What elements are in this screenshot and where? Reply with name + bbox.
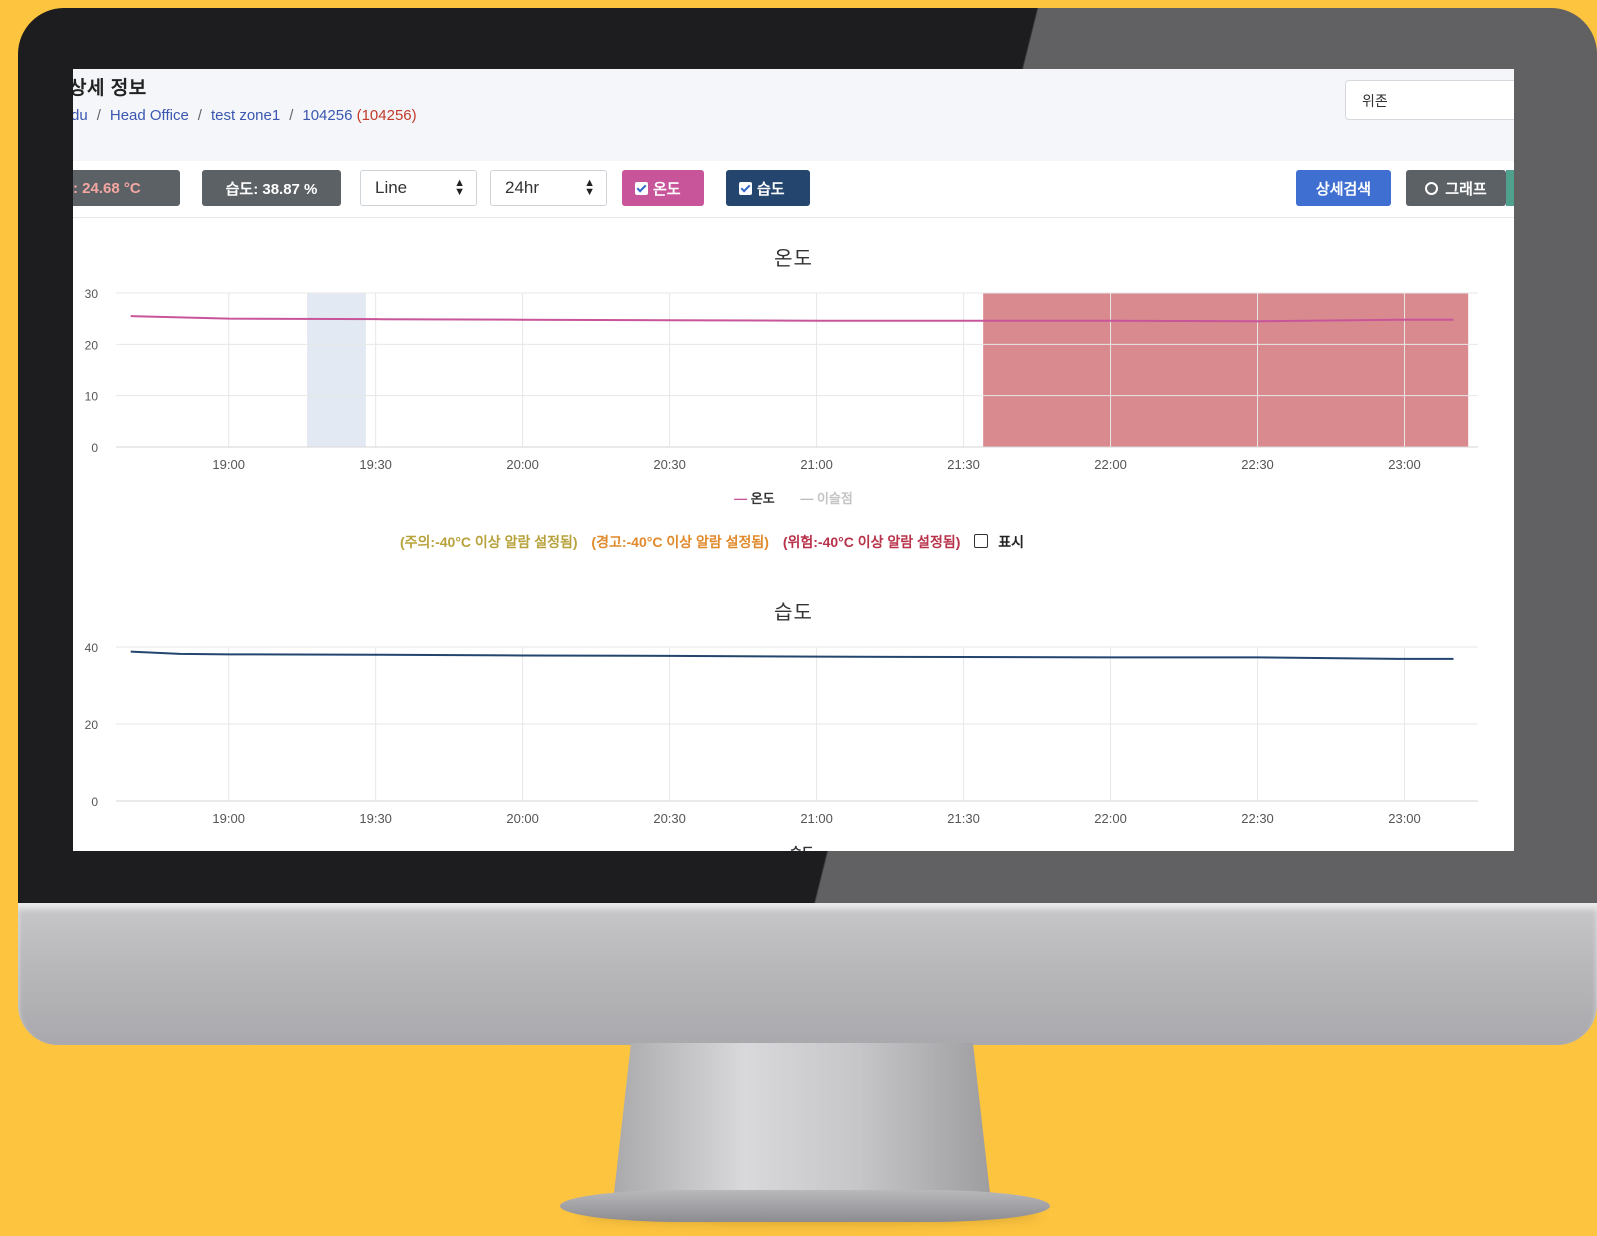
humidity-reading-badge: 습도: 38.87 % — [202, 170, 341, 206]
app-screen: 상세 정보 du / Head Office / test zone1/104256 (… — [73, 69, 1514, 851]
humidity-y-tick-label: 0 — [91, 795, 98, 809]
humidity-chart: 0 20 40 19:00 19:30 20:00 20:30 21:00 21:30 22:00… — [85, 641, 1478, 826]
toolbar: : 24.68 °C 습도: 38.87 % Line ▲ ▼ 24hr ▲ ▼ 온… — [73, 161, 1514, 218]
temp-x-tick-label: 21:30 — [947, 457, 980, 472]
alarm-warning: (경고:-40°C 이상 알람 설정됨) — [591, 534, 769, 550]
temp-y-tick-label: 10 — [85, 390, 99, 404]
breadcrumb-item-root[interactable]: du — [73, 107, 88, 124]
circle-icon — [1425, 181, 1439, 195]
humidity-toggle[interactable]: 습도 — [726, 170, 810, 206]
monitor-stand-base — [560, 1190, 1050, 1222]
temperature-chart-title: 온도 — [774, 248, 813, 270]
page-title: 상세 정보 — [73, 78, 147, 99]
temp-x-tick-label: 20:00 — [506, 457, 539, 472]
temp-x-tick-label: 21:00 — [800, 457, 833, 472]
temp-x-tick-label: 20:30 — [653, 457, 686, 472]
time-range-value: 24hr — [505, 178, 540, 197]
temp-x-tick-label: 23:00 — [1388, 457, 1421, 472]
chart-type-value: Line — [375, 178, 408, 197]
humidity-y-tick-label: 20 — [85, 718, 99, 732]
legend-line-icon: — — [800, 491, 814, 506]
legend-line-icon: — — [734, 491, 748, 506]
humidity-x-tick-label: 20:00 — [506, 811, 539, 826]
monitor-chin — [18, 905, 1597, 1045]
temperature-legend: — 온도 — 이슬점 — [73, 488, 1514, 507]
temperature-reading-badge: : 24.68 °C — [73, 170, 180, 206]
humidity-x-tick-label: 19:00 — [212, 811, 245, 826]
humidity-x-tick-label: 20:30 — [653, 811, 686, 826]
legend-item-dewpoint[interactable]: 이슬점 — [817, 491, 853, 506]
alarm-thresholds: (주의:-40°C 이상 알람 설정됨) (경고:-40°C 이상 알람 설정됨… — [400, 532, 1034, 552]
humidity-series-line — [130, 650, 1454, 660]
temp-y-tick-label: 0 — [91, 441, 98, 455]
temperature-chart: 0 10 20 30 19:00 19:30 20:00 20:30 21:00 21:30 22:… — [85, 287, 1478, 472]
alarm-caution: (주의:-40°C 이상 알람 설정됨) — [400, 534, 578, 550]
checkbox-checked-icon — [739, 181, 752, 195]
breadcrumb-item-head-office[interactable]: Head Office — [110, 107, 189, 124]
temp-x-tick-label: 22:30 — [1241, 457, 1274, 472]
humidity-y-tick-label: 40 — [85, 641, 99, 655]
graph-button[interactable]: 그래프 — [1406, 170, 1506, 206]
legend-line-icon: — — [773, 845, 786, 851]
checkbox-checked-icon — [635, 181, 648, 195]
humidity-x-tick-label: 21:30 — [947, 811, 980, 826]
humidity-chart-title: 습도 — [774, 602, 813, 624]
breadcrumb-device-id: (104256) — [356, 107, 417, 124]
page-header: 상세 정보 du / Head Office / test zone1/104256 (… — [73, 69, 1514, 162]
breadcrumb: du / Head Office / test zone1/104256 (104256… — [73, 107, 417, 124]
humidity-x-tick-label: 21:00 — [800, 811, 833, 826]
legend-item-temperature[interactable]: 온도 — [751, 491, 775, 506]
monitor-stand-neck — [612, 1043, 992, 1211]
temp-x-tick-label: 19:00 — [212, 457, 245, 472]
temperature-toggle[interactable]: 온도 — [622, 170, 704, 206]
detail-search-button[interactable]: 상세검색 — [1296, 170, 1391, 206]
temp-x-tick-label: 19:30 — [359, 457, 392, 472]
temp-y-tick-label: 30 — [85, 287, 99, 301]
legend-item-humidity[interactable]: 습도 — [790, 845, 814, 851]
temp-danger-band — [983, 293, 1469, 447]
humidity-x-tick-label: 22:30 — [1241, 811, 1274, 826]
graph-button-label: 그래프 — [1445, 180, 1487, 198]
humidity-x-tick-label: 22:00 — [1094, 811, 1127, 826]
humidity-x-tick-label: 23:00 — [1388, 811, 1421, 826]
humidity-toggle-label: 습도 — [757, 180, 785, 198]
alarm-danger: (위험:-40°C 이상 알람 설정됨) — [782, 534, 961, 550]
breadcrumb-item-zone[interactable]: test zone1 — [211, 107, 280, 124]
temp-low-band — [307, 293, 366, 447]
show-alarm-label: 표시 — [998, 534, 1025, 550]
time-range-select[interactable]: 24hr ▲ ▼ — [490, 170, 607, 206]
zone-select[interactable]: 위존 — [1345, 80, 1514, 120]
breadcrumb-item-device: 104256 — [302, 107, 353, 124]
select-caret-icon: ▲ ▼ — [584, 177, 595, 198]
temp-x-tick-label: 22:00 — [1094, 457, 1127, 472]
chart-type-select[interactable]: Line ▲ ▼ — [360, 170, 477, 206]
next-button-edge[interactable] — [1506, 170, 1514, 206]
temp-y-tick-label: 20 — [85, 338, 99, 352]
select-caret-icon: ▲ ▼ — [454, 177, 465, 198]
temperature-toggle-label: 온도 — [653, 180, 681, 198]
show-alarm-checkbox[interactable] — [974, 534, 989, 548]
humidity-legend: — 습도 — [73, 842, 1514, 851]
humidity-x-tick-label: 19:30 — [359, 811, 392, 826]
